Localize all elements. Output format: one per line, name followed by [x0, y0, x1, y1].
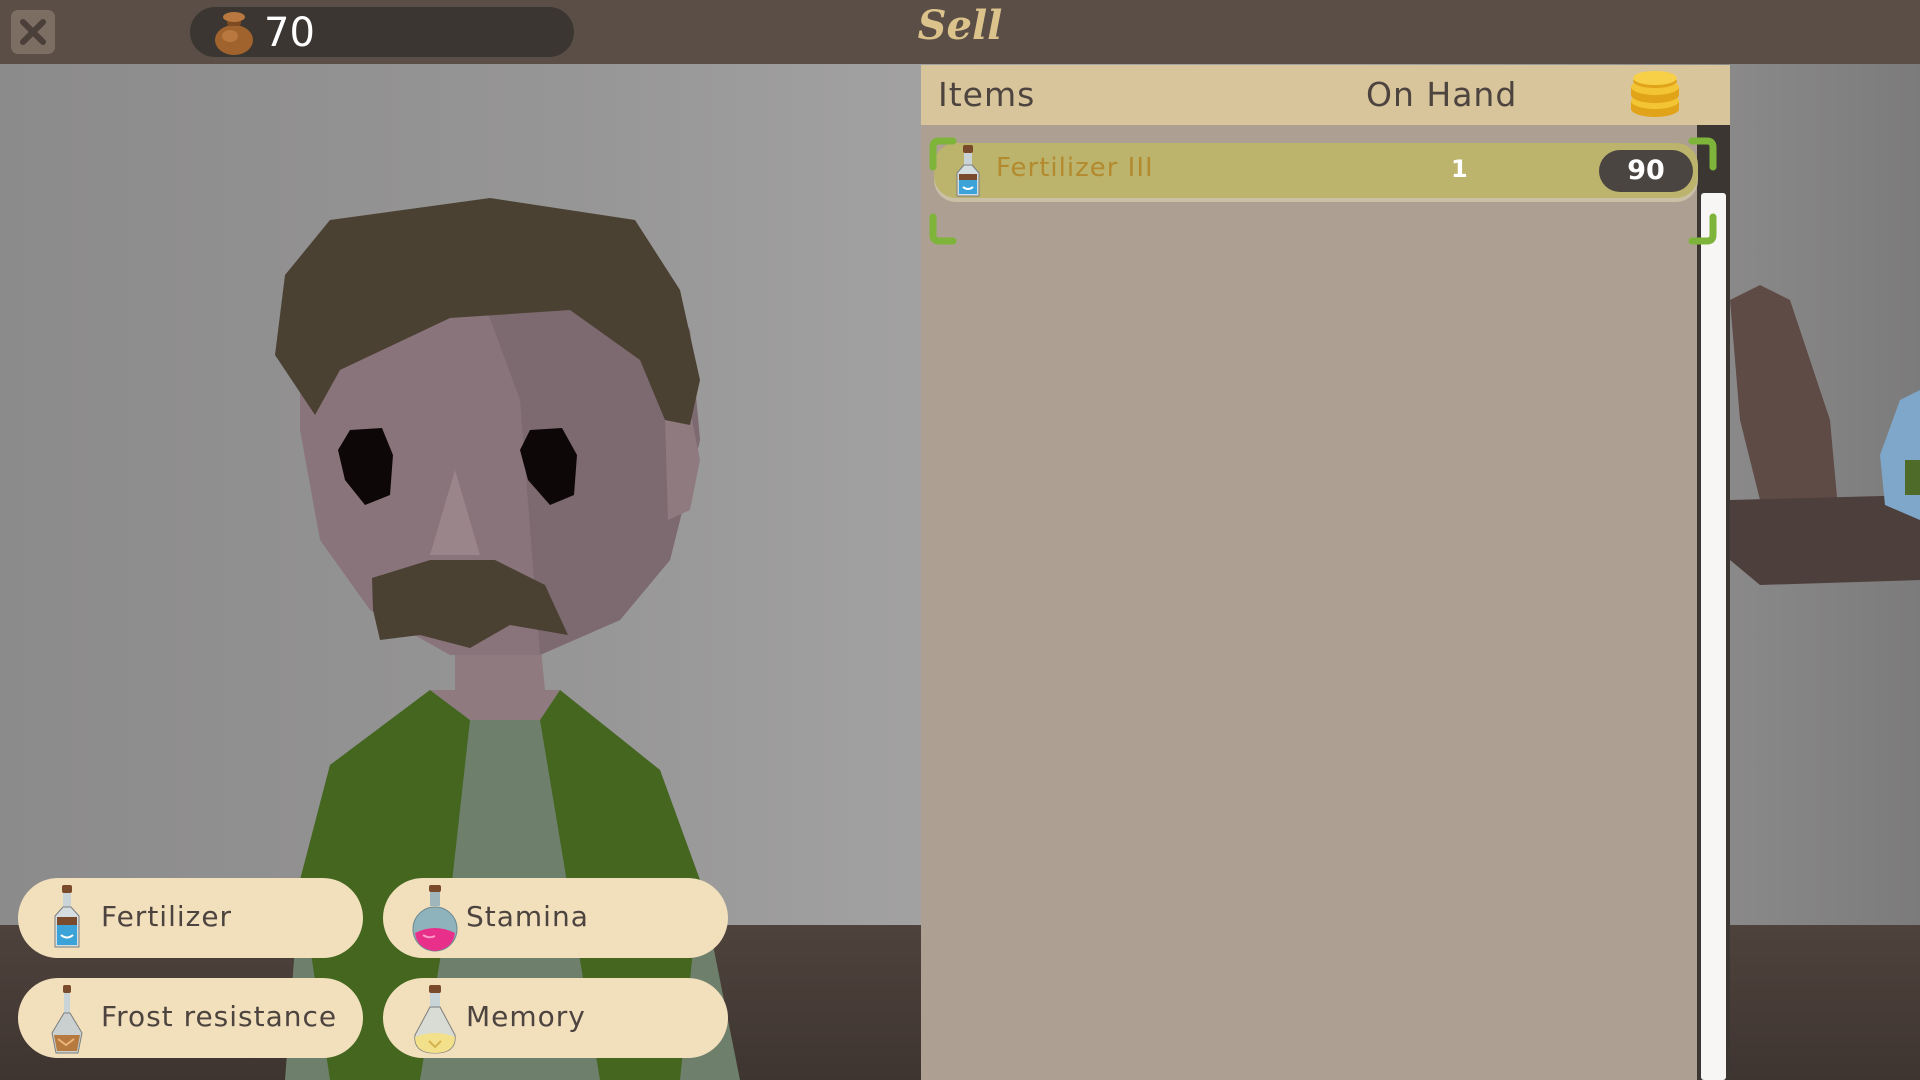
selection-bracket — [929, 137, 1717, 245]
stamina-flask-icon — [412, 885, 458, 952]
memory-flask-icon — [414, 985, 456, 1054]
column-header-on-hand: On Hand — [1366, 75, 1518, 114]
category-fertilizer-label: Fertilizer — [101, 900, 233, 933]
close-x-icon — [20, 19, 46, 45]
sell-panel: Items On Hand Fertilizer III 1 90 — [921, 65, 1730, 1080]
scroll-thumb[interactable] — [1701, 193, 1726, 1080]
money-display: 70 — [190, 7, 574, 57]
category-frost-resistance-label: Frost resistance — [101, 1000, 338, 1033]
category-stamina-button[interactable]: Stamina — [383, 878, 728, 958]
fertilizer-bottle-icon — [54, 885, 80, 948]
frost-bottle-icon — [51, 985, 83, 1054]
column-header-items: Items — [938, 75, 1036, 114]
panel-header: Items On Hand — [921, 65, 1730, 125]
category-frost-resistance-button[interactable]: Frost resistance — [18, 978, 363, 1058]
money-amount: 70 — [264, 10, 315, 56]
gold-coins-icon — [1631, 71, 1679, 117]
item-row-fertilizer-iii[interactable]: Fertilizer III 1 90 — [929, 137, 1717, 245]
top-bar: 70 Sell — [0, 0, 1920, 64]
category-fertilizer-button[interactable]: Fertilizer — [18, 878, 363, 958]
money-bag-icon — [215, 12, 253, 55]
scrollbar[interactable] — [1697, 125, 1730, 1080]
category-memory-label: Memory — [466, 1000, 586, 1033]
category-stamina-label: Stamina — [466, 900, 589, 933]
category-memory-button[interactable]: Memory — [383, 978, 728, 1058]
close-button[interactable] — [11, 10, 55, 54]
